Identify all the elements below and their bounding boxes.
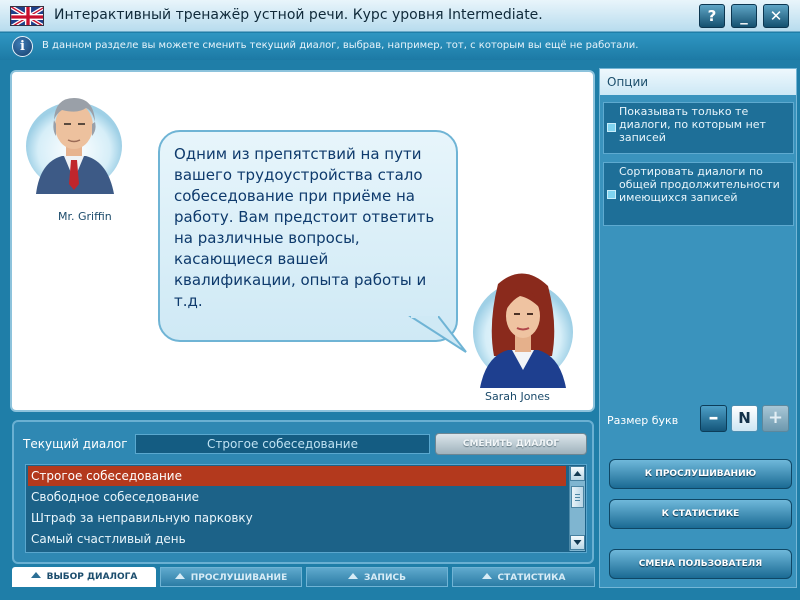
tab-arrow-icon [174,573,185,579]
scroll-up-icon[interactable] [570,466,585,481]
to-statistics-button[interactable]: К СТАТИСТИКЕ [609,499,792,529]
mr-griffin-avatar [22,84,126,194]
font-increase-button[interactable]: + [762,405,789,432]
dialog-list: Строгое собеседование Свободное собеседо… [25,464,587,553]
title-bar: Интерактивный тренажёр устной речи. Курс… [0,0,800,32]
dialog-list-item[interactable]: Строгое собеседование [28,466,566,486]
option-no-recordings-checkbox[interactable] [607,123,616,132]
font-normal-button[interactable]: N [731,405,758,432]
tab-label: СТАТИСТИКА [497,573,566,583]
scroll-down-icon[interactable] [570,535,585,550]
font-size-label: Размер букв [607,414,679,427]
current-dialog-field: Строгое собеседование [135,434,430,454]
info-text: В данном разделе вы можете сменить текущ… [42,40,639,51]
tab-dialog-selection[interactable]: ВЫБОР ДИАЛОГА [12,567,156,587]
tab-statistics[interactable]: СТАТИСТИКА [452,567,595,587]
dialog-list-item[interactable]: Свободное собеседование [28,487,566,507]
minimize-button[interactable]: _ [731,4,757,28]
speech-bubble-tail [408,316,467,353]
sarah-jones-name: Sarah Jones [485,390,550,403]
help-button[interactable]: ? [699,4,725,28]
dialog-list-scrollbar[interactable] [569,466,585,551]
speech-bubble: Одним из препятствий на пути вашего труд… [158,130,458,342]
info-icon: i [12,36,33,57]
dialog-scene: Mr. Griffin Одним из препятствий на пути… [10,70,595,412]
scroll-thumb[interactable] [571,486,584,508]
tab-listening[interactable]: ПРОСЛУШИВАНИЕ [160,567,302,587]
tab-arrow-icon [481,573,492,579]
current-dialog-label: Текущий диалог [23,437,128,451]
change-user-button[interactable]: СМЕНА ПОЛЬЗОВАТЕЛЯ [609,549,792,579]
tab-label: ПРОСЛУШИВАНИЕ [190,573,288,583]
font-decrease-button[interactable]: – [700,405,727,432]
option-sort-duration-checkbox[interactable] [607,190,616,199]
close-button[interactable]: ✕ [763,4,789,28]
window-title: Интерактивный тренажёр устной речи. Курс… [54,7,543,23]
mr-griffin-name: Mr. Griffin [58,210,112,223]
tab-label: ВЫБОР ДИАЛОГА [46,572,138,582]
to-listening-button[interactable]: К ПРОСЛУШИВАНИЮ [609,459,792,489]
uk-flag-icon [10,6,44,26]
options-title: Опции [600,69,796,95]
info-bar: i В данном разделе вы можете сменить тек… [0,33,800,60]
tab-label: ЗАПИСЬ [364,573,406,583]
option-no-recordings[interactable]: Показывать только те диалоги, по которым… [603,102,794,154]
dialog-selector: Текущий диалог Строгое собеседование СМЕ… [12,420,594,564]
change-dialog-button[interactable]: СМЕНИТЬ ДИАЛОГ [435,433,587,455]
option-sort-duration[interactable]: Сортировать диалоги по общей продолжител… [603,162,794,226]
tab-recording[interactable]: ЗАПИСЬ [306,567,448,587]
dialog-list-item[interactable]: Самый счастливый день [28,529,566,549]
dialog-list-item[interactable]: Штраф за неправильную парковку [28,508,566,528]
option-sort-duration-label: Сортировать диалоги по общей продолжител… [619,165,780,204]
tab-arrow-icon [30,572,41,578]
options-panel: Опции Показывать только те диалоги, по к… [599,68,797,588]
tab-arrow-icon [348,573,359,579]
sarah-jones-avatar [468,264,578,388]
option-no-recordings-label: Показывать только те диалоги, по которым… [619,105,766,144]
